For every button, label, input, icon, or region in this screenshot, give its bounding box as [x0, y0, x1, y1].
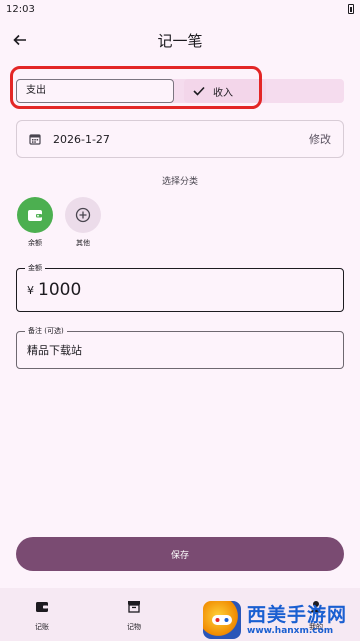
check-icon [193, 86, 205, 96]
note-field-label: 备注 (可选) [25, 326, 67, 336]
battery-icon [348, 4, 354, 14]
category-section-title: 选择分类 [161, 177, 198, 187]
category-item-other[interactable]: 其他 [64, 197, 102, 248]
nav-item-items[interactable]: 记物 [114, 598, 154, 632]
edit-date-button[interactable]: 修改 [309, 131, 331, 147]
amount-field-label: 金额 [25, 263, 45, 273]
amount-field[interactable]: 金额 ¥ 1000 [16, 263, 344, 312]
status-bar: 12:03 [0, 0, 360, 18]
nav-label: 记物 [127, 623, 141, 631]
expense-segment[interactable]: 支出 [16, 79, 174, 103]
wallet-icon [36, 602, 48, 612]
income-label: 收入 [213, 87, 233, 99]
note-field[interactable]: 备注 (可选) 精品下载站 [16, 326, 344, 369]
watermark-url: www.hanxm.com [247, 625, 334, 636]
status-time: 12:03 [6, 3, 35, 15]
category-label: 其他 [76, 239, 90, 247]
app-bar: 记一笔 [0, 22, 360, 58]
date-value: 2026-1-27 [53, 132, 110, 146]
nav-item-accounting[interactable]: 记账 [22, 598, 62, 632]
date-card[interactable]: 2026-1-27 修改 [16, 120, 344, 158]
income-segment[interactable]: 收入 [184, 79, 266, 103]
save-button-label: 保存 [170, 550, 189, 561]
expense-label: 支出 [26, 85, 46, 96]
category-icon-circle [17, 197, 53, 233]
nav-label: 记账 [35, 623, 49, 631]
save-button[interactable]: 保存 [16, 537, 344, 571]
archive-box-icon [128, 601, 140, 613]
category-icon-circle [65, 197, 101, 233]
type-toggle: 支出 收入 [16, 79, 344, 103]
watermark: 西美手游网 www.hanxm.com [203, 598, 360, 641]
category-label: 余额 [28, 239, 42, 247]
currency-symbol: ¥ [27, 283, 34, 297]
watermark-logo-icon [203, 600, 241, 639]
note-input[interactable]: 精品下载站 [27, 342, 82, 358]
watermark-text: 西美手游网 www.hanxm.com [247, 604, 347, 636]
watermark-title: 西美手游网 [247, 603, 348, 626]
category-item-balance[interactable]: 余额 [16, 197, 54, 248]
page-title: 记一笔 [157, 32, 203, 50]
amount-input[interactable]: 1000 [38, 280, 81, 300]
calendar-icon [29, 134, 41, 145]
wallet-icon [28, 210, 42, 221]
plus-circle-icon [75, 207, 91, 223]
